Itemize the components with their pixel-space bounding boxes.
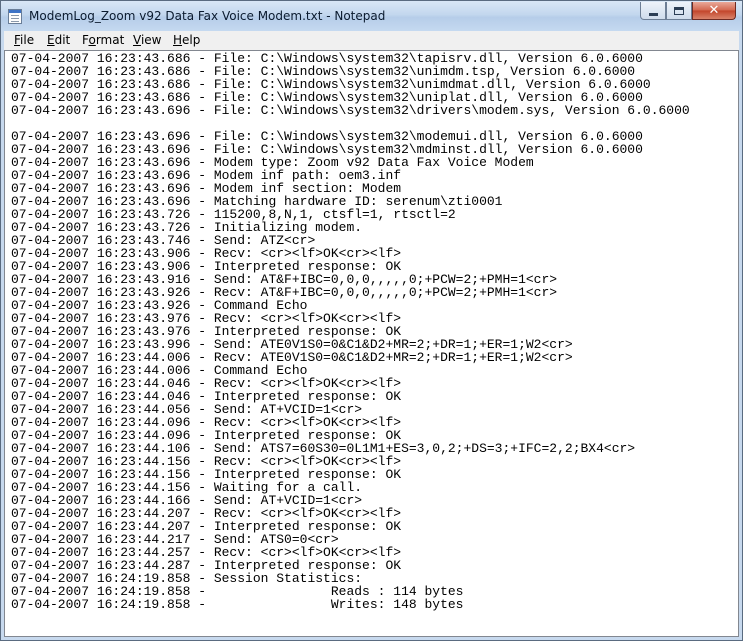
log-line: 07-04-2007 16:23:43.696 - File: C:\Windo… — [11, 103, 690, 118]
menu-file[interactable]: File — [14, 33, 34, 47]
menu-view[interactable]: View — [133, 33, 161, 47]
close-icon: ✕ — [708, 3, 720, 18]
menu-bar: File Edit Format View Help — [4, 31, 739, 50]
menu-format[interactable]: Format — [82, 33, 124, 47]
menu-format-label: rmat — [95, 33, 125, 47]
log-line: 07-04-2007 16:24:19.858 - Writes: 148 by… — [11, 597, 464, 612]
minimize-icon — [648, 12, 658, 16]
maximize-icon — [674, 6, 684, 15]
document-text[interactable]: 07-04-2007 16:23:43.686 - File: C:\Windo… — [11, 52, 690, 611]
close-button[interactable]: ✕ — [692, 2, 736, 20]
menu-help[interactable]: Help — [173, 33, 200, 47]
menu-view-label: iew — [140, 33, 162, 47]
notepad-window: ModemLog_Zoom v92 Data Fax Voice Modem.t… — [0, 0, 743, 641]
notepad-icon[interactable] — [8, 9, 22, 24]
menu-help-mnemonic: H — [173, 33, 183, 47]
menu-edit[interactable]: Edit — [47, 33, 70, 47]
window-controls: ✕ — [640, 2, 736, 20]
menu-edit-mnemonic: E — [47, 33, 55, 47]
menu-help-label: elp — [182, 33, 201, 47]
window-title: ModemLog_Zoom v92 Data Fax Voice Modem.t… — [29, 9, 386, 23]
menu-edit-label: dit — [54, 33, 71, 47]
text-editor[interactable]: 07-04-2007 16:23:43.686 - File: C:\Windo… — [4, 50, 739, 637]
maximize-button[interactable] — [666, 2, 692, 20]
minimize-button[interactable] — [640, 2, 666, 20]
menu-file-label: ile — [20, 33, 35, 47]
title-bar[interactable]: ModemLog_Zoom v92 Data Fax Voice Modem.t… — [1, 1, 742, 31]
menu-view-mnemonic: V — [133, 33, 141, 47]
menu-format-mnemonic: o — [88, 33, 96, 47]
